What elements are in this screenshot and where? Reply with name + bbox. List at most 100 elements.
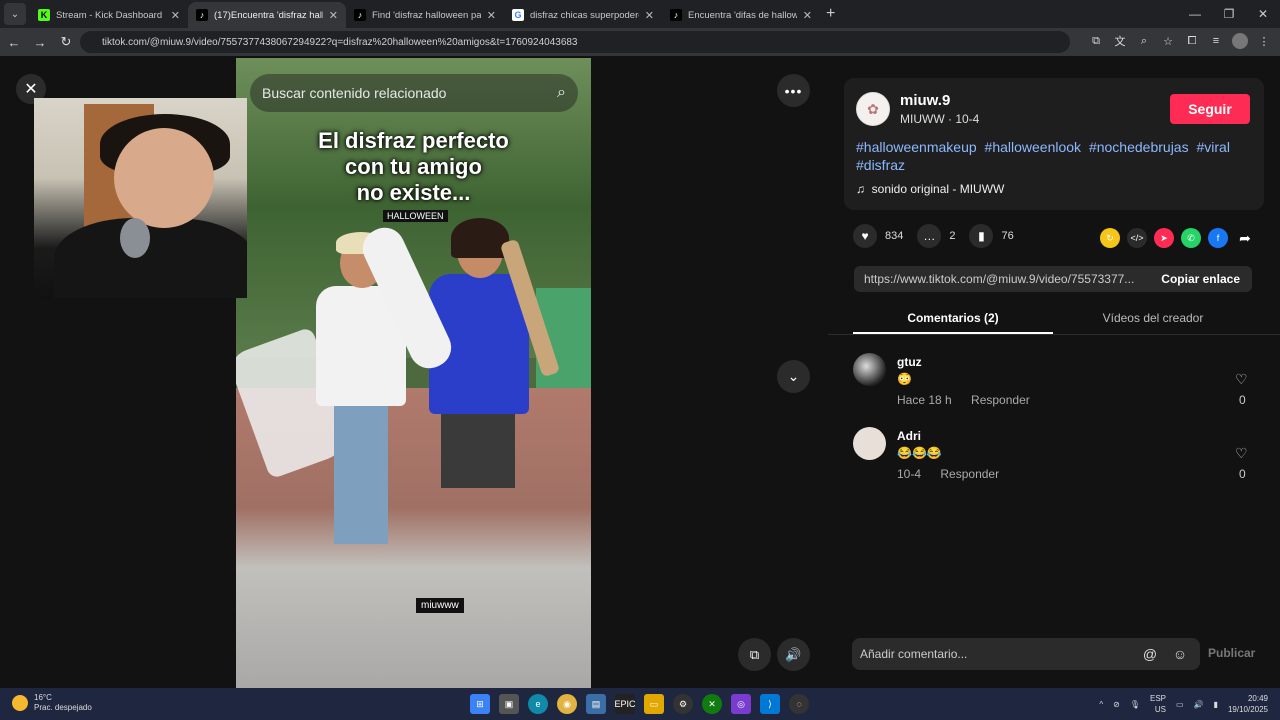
tray-chevron-icon[interactable]: ^	[1099, 700, 1103, 709]
reply-button[interactable]: Responder	[971, 393, 1030, 407]
browser-tab-google[interactable]: G disfraz chicas superpoderosas h ✕	[504, 2, 662, 28]
more-options-button[interactable]: •••	[777, 74, 810, 107]
creator-avatar[interactable]: ✿	[856, 92, 890, 126]
extensions-icon[interactable]: ⧠	[1184, 33, 1200, 49]
comment-input[interactable]: Añadir comentario... @ ☺	[852, 638, 1200, 670]
commenter-name[interactable]: gtuz	[897, 355, 922, 369]
share-arrow-icon[interactable]: ➦	[1235, 228, 1255, 248]
bookmark-icon[interactable]: ▮	[969, 224, 994, 248]
address-bar[interactable]: tiktok.com/@miuw.9/video/755737743806729…	[80, 31, 1070, 53]
browser-tab-tiktok-2[interactable]: ♪ Find 'disfraz halloween pareja' ✕	[346, 2, 504, 28]
clock-date: 19/10/2025	[1227, 705, 1268, 714]
chrome-icon[interactable]: ◉	[557, 694, 577, 714]
clock-time: 20:49	[1247, 694, 1268, 703]
comment-stat[interactable]: … 2	[917, 224, 955, 248]
xbox-icon[interactable]: ✕	[702, 694, 722, 714]
close-tab-icon[interactable]: ✕	[487, 9, 496, 22]
share-link-text[interactable]: https://www.tiktok.com/@miuw.9/video/755…	[854, 272, 1144, 286]
music-link[interactable]: ♫ sonido original - MIUWW	[856, 182, 1004, 196]
forward-icon[interactable]: →	[28, 35, 52, 50]
comment-heart-icon[interactable]: ♡	[1235, 445, 1248, 462]
zoom-icon[interactable]: ⌕	[1136, 33, 1152, 49]
related-search-input[interactable]: Buscar contenido relacionado ⌕	[250, 74, 578, 112]
epic-games-icon[interactable]: EPIC	[615, 694, 636, 714]
hashtag-link[interactable]: #halloweenlook	[985, 139, 1082, 155]
send-icon[interactable]: ➤	[1154, 228, 1174, 248]
tab-creator-videos[interactable]: Vídeos del creador	[1053, 306, 1253, 334]
media-control-icon[interactable]: ≡	[1208, 33, 1224, 49]
translate-icon[interactable]: 文	[1112, 33, 1128, 49]
back-icon[interactable]: ←	[2, 35, 26, 50]
mention-icon[interactable]: @	[1140, 646, 1160, 662]
tiktok-icon: ♪	[670, 9, 682, 21]
emoji-icon[interactable]: ☺	[1170, 646, 1190, 662]
follow-button[interactable]: Seguir	[1170, 94, 1250, 124]
pip-button[interactable]: ⧉	[738, 638, 771, 671]
obs-icon[interactable]: ◎	[731, 694, 751, 714]
comment-icon[interactable]: …	[917, 224, 942, 248]
browser-tab-kick[interactable]: K Stream - Kick Dashboard ✕	[30, 2, 188, 28]
commenter-avatar[interactable]	[853, 353, 886, 386]
hashtag-link[interactable]: #nochedebrujas	[1089, 139, 1189, 155]
app-icon[interactable]: ◌	[789, 694, 809, 714]
clock[interactable]: 20:49 19/10/2025	[1228, 693, 1268, 715]
mic-icon[interactable]: 🎙	[1130, 700, 1140, 709]
whatsapp-icon[interactable]: ✆	[1181, 228, 1201, 248]
battery-icon[interactable]: ▮	[1214, 700, 1218, 709]
close-window-icon[interactable]: ✕	[1246, 7, 1280, 21]
commenter-avatar[interactable]	[853, 427, 886, 460]
install-app-icon[interactable]: ⧉	[1088, 33, 1104, 49]
creator-username[interactable]: miuw.9	[900, 92, 950, 109]
heart-icon[interactable]: ♥	[853, 224, 877, 248]
hashtag-link[interactable]: #halloweenmakeup	[856, 139, 977, 155]
weather-temp: 16°C	[34, 693, 52, 702]
save-stat[interactable]: ▮ 76	[969, 224, 1014, 248]
publish-button[interactable]: Publicar	[1208, 646, 1255, 660]
file-explorer-icon[interactable]: ▭	[644, 694, 664, 714]
browser-tab-tiktok-3[interactable]: ♪ Encuentra 'difas de hallowen en ✕	[662, 2, 820, 28]
repost-icon[interactable]: ↻	[1100, 228, 1120, 248]
task-view-icon[interactable]: ▣	[499, 694, 519, 714]
hashtag-link[interactable]: #disfraz	[856, 157, 905, 173]
tab-search-icon[interactable]: ⌄	[4, 3, 26, 25]
profile-avatar-icon[interactable]	[1232, 33, 1248, 49]
comment-item: Adri 😂😂😂 10-4 Responder ♡ 0	[853, 427, 1253, 487]
start-icon[interactable]: ⊞	[470, 694, 490, 714]
browser-tab-tiktok-active[interactable]: ♪ (17)Encuentra 'disfraz halloween ✕	[188, 2, 346, 28]
display-icon[interactable]: ▭	[1176, 700, 1184, 709]
copy-link-button[interactable]: Copiar enlace	[1161, 272, 1252, 286]
volume-button[interactable]: 🔊	[777, 638, 810, 671]
steam-icon[interactable]: ⚙	[673, 694, 693, 714]
comment-heart-icon[interactable]: ♡	[1235, 371, 1248, 388]
facebook-icon[interactable]: f	[1208, 228, 1228, 248]
embed-icon[interactable]: </>	[1127, 228, 1147, 248]
store-icon[interactable]: ▤	[586, 694, 606, 714]
close-tab-icon[interactable]: ✕	[803, 9, 812, 22]
vscode-icon[interactable]: ⟩	[760, 694, 780, 714]
like-stat[interactable]: ♥ 834	[853, 224, 903, 248]
browser-toolbar: ← → ↻ tiktok.com/@miuw.9/video/755737743…	[0, 28, 1280, 56]
minimize-icon[interactable]: —	[1178, 7, 1212, 21]
language-indicator[interactable]: ESP US	[1150, 693, 1166, 715]
hashtag-list: #halloweenmakeup #halloweenlook #nochede…	[856, 138, 1256, 174]
reply-button[interactable]: Responder	[940, 467, 999, 481]
tiktok-icon: ♪	[196, 9, 208, 21]
network-off-icon[interactable]: ⊘	[1113, 700, 1120, 709]
tab-comments[interactable]: Comentarios (2)	[853, 306, 1053, 334]
search-icon[interactable]: ⌕	[557, 84, 566, 102]
hashtag-link[interactable]: #viral	[1196, 139, 1229, 155]
close-tab-icon[interactable]: ✕	[329, 9, 338, 22]
new-tab-icon[interactable]: +	[826, 5, 835, 23]
commenter-name[interactable]: Adri	[897, 429, 921, 443]
reload-icon[interactable]: ↻	[54, 34, 78, 50]
bookmark-star-icon[interactable]: ☆	[1160, 33, 1176, 49]
close-tab-icon[interactable]: ✕	[645, 9, 654, 22]
video-player[interactable]: Buscar contenido relacionado ⌕ El disfra…	[236, 58, 591, 688]
chrome-menu-icon[interactable]: ⋮	[1256, 33, 1272, 49]
volume-tray-icon[interactable]: 🔊	[1194, 700, 1204, 709]
next-video-button[interactable]: ⌄	[777, 360, 810, 393]
edge-icon[interactable]: e	[528, 694, 548, 714]
close-tab-icon[interactable]: ✕	[171, 9, 180, 22]
restore-icon[interactable]: ❐	[1212, 7, 1246, 21]
weather-widget[interactable]: 16°C Prac. despejado	[12, 693, 92, 713]
